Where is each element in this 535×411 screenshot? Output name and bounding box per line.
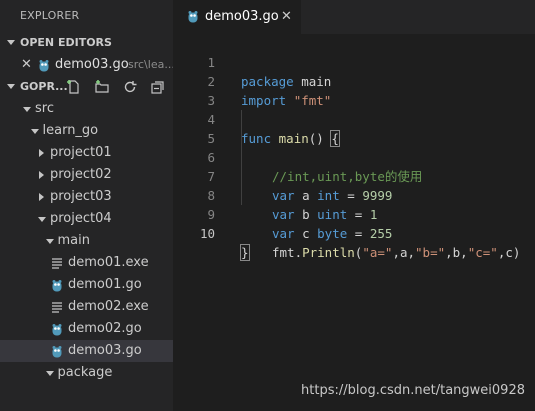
tree-folder-project02[interactable]: project02	[0, 164, 173, 186]
tree-item-label: project02	[50, 167, 112, 182]
chevron-down-icon	[7, 84, 15, 89]
tree-file-demo01-go[interactable]: demo01.go	[0, 274, 173, 296]
tree-folder-main[interactable]: main	[0, 230, 173, 252]
new-folder-icon[interactable]	[94, 79, 110, 95]
open-editor-filename: demo03.go	[55, 57, 129, 72]
code-line: 1 package main	[173, 34, 535, 89]
string-literal: "b="	[415, 245, 446, 260]
number-literal: 255	[369, 226, 393, 241]
tree-item-label: demo01.go	[68, 277, 142, 292]
indent-guide	[241, 167, 242, 186]
open-editor-path: src\lea...	[128, 58, 173, 71]
chevron-down-icon[interactable]	[45, 362, 55, 384]
watermark: https://blog.csdn.net/tangwei0928	[301, 383, 525, 398]
operator: =	[347, 226, 370, 241]
chevron-down-icon[interactable]	[37, 208, 47, 230]
close-icon[interactable]: ✕	[281, 0, 292, 34]
file-tree: src learn_go project01 project02 project03 pr…	[0, 98, 173, 384]
file-lines-icon	[52, 302, 62, 313]
identifier: c	[294, 226, 318, 241]
tree-item-label: project04	[50, 211, 112, 226]
chevron-right-icon[interactable]	[37, 186, 47, 208]
chevron-down-icon[interactable]	[30, 120, 40, 142]
indent-guide	[241, 129, 242, 148]
code-editor[interactable]: 1 package main 2 import "fmt" 3 4 func m…	[173, 34, 535, 261]
tab-label: demo03.go	[205, 9, 279, 24]
chevron-right-icon[interactable]	[37, 142, 47, 164]
code-line: 9 fmt.Println("a=",a,"b=",b,"c=",c)	[173, 186, 535, 260]
tree-item-label: main	[57, 233, 90, 248]
tab-bar: demo03.go ✕	[173, 0, 535, 34]
keyword: var	[272, 226, 295, 241]
tab-demo03-go[interactable]: demo03.go ✕	[173, 0, 301, 34]
indent-guide	[241, 148, 242, 167]
open-editors-label: OPEN EDITORS	[20, 36, 112, 49]
open-editor-item[interactable]: ✕ demo03.go src\lea...	[0, 54, 173, 76]
tree-folder-project01[interactable]: project01	[0, 142, 173, 164]
go-file-icon	[52, 346, 62, 358]
chevron-right-icon[interactable]	[37, 164, 47, 186]
code-text: ,a,	[392, 245, 416, 260]
package-name: fmt.	[272, 245, 303, 260]
string-literal: "a="	[362, 245, 393, 260]
tree-item-label: demo03.go	[68, 343, 142, 358]
string-literal: "c="	[467, 245, 498, 260]
chevron-down-icon	[7, 40, 15, 45]
tree-item-label: package	[57, 365, 113, 380]
function-name: Println	[302, 245, 355, 260]
indent-guide	[241, 186, 242, 205]
tree-file-demo01-exe[interactable]: demo01.exe	[0, 252, 173, 274]
explorer-sidebar: EXPLORER OPEN EDITORS ✕ demo03.go src\le…	[0, 0, 173, 411]
new-file-icon[interactable]	[66, 79, 82, 95]
tree-item-label: project03	[50, 189, 112, 204]
indent-guide	[241, 110, 242, 129]
explorer-title: EXPLORER	[20, 9, 80, 22]
workspace-label: GOPR...	[20, 80, 68, 93]
tree-folder-project03[interactable]: project03	[0, 186, 173, 208]
code-line: 4 func main() {	[173, 91, 535, 147]
editor-area: demo03.go ✕ 1 package main 2 import "fmt…	[173, 0, 535, 411]
tree-file-demo02-go[interactable]: demo02.go	[0, 318, 173, 340]
tree-folder-project04[interactable]: project04	[0, 208, 173, 230]
tree-item-label: project01	[50, 145, 112, 160]
code-text: ,c)	[497, 245, 521, 260]
close-icon[interactable]: ✕	[21, 54, 32, 76]
tree-item-label: src	[35, 101, 54, 116]
tree-file-demo03-go[interactable]: demo03.go	[0, 340, 173, 362]
go-file-icon	[52, 324, 62, 336]
code-line: 6 var a int = 9999	[173, 129, 535, 203]
code-line: 2 import "fmt"	[173, 53, 535, 108]
file-lines-icon	[52, 258, 62, 269]
workspace-header[interactable]: GOPR...	[0, 76, 173, 98]
refresh-icon[interactable]	[122, 79, 138, 95]
code-line: 3	[173, 72, 535, 108]
code-line: 8 var c byte = 255	[173, 167, 535, 241]
go-file-icon	[52, 280, 62, 292]
tree-file-demo02-exe[interactable]: demo02.exe	[0, 296, 173, 318]
tree-item-label: learn_go	[42, 123, 99, 138]
tree-item-label: demo02.go	[68, 321, 142, 336]
code-line: 10 }	[173, 205, 535, 261]
tree-item-label: demo01.exe	[68, 255, 149, 270]
collapse-all-icon[interactable]	[150, 79, 166, 95]
open-editors-header[interactable]: OPEN EDITORS	[0, 32, 173, 54]
go-file-icon	[188, 11, 198, 23]
bracket-match: }	[240, 244, 250, 261]
tree-item-label: demo02.exe	[68, 299, 149, 314]
chevron-down-icon[interactable]	[22, 98, 32, 120]
go-file-icon	[39, 60, 49, 72]
tree-folder-src[interactable]: src	[0, 98, 173, 120]
code-line: 7 var b uint = 1	[173, 148, 535, 222]
chevron-down-icon[interactable]	[45, 230, 55, 252]
line-number: 10	[199, 226, 215, 241]
code-text: ,b,	[445, 245, 468, 260]
tree-folder-package[interactable]: package	[0, 362, 173, 384]
type-name: byte	[317, 226, 348, 241]
code-line: 5 //int,uint,byte的使用	[173, 110, 535, 184]
tree-folder-learn_go[interactable]: learn_go	[0, 120, 173, 142]
